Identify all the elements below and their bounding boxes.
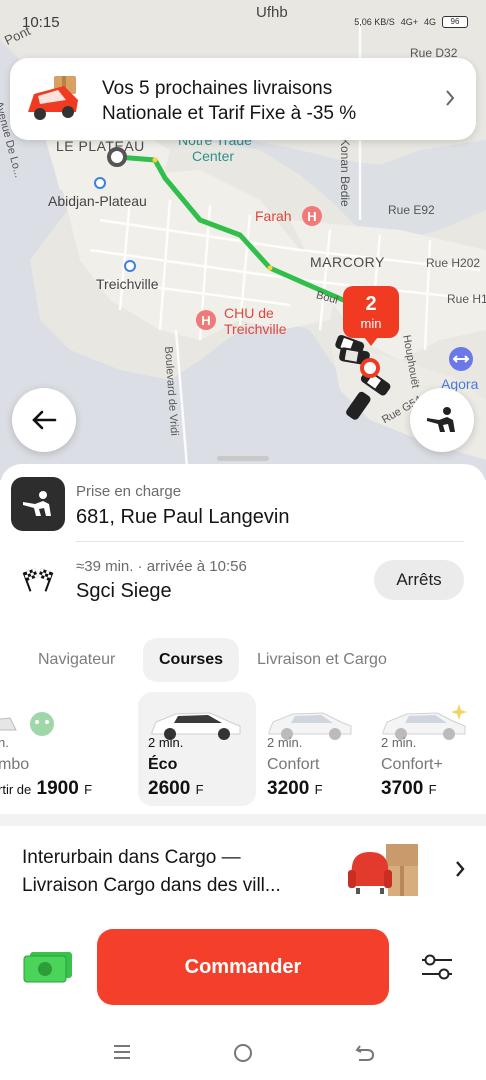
person-hailing-icon <box>23 491 51 516</box>
pickup-row[interactable]: Prise en charge 681, Rue Paul Langevin <box>0 464 486 544</box>
transit-icon <box>124 260 136 272</box>
tariff-currency: F <box>428 782 437 797</box>
tab-courses[interactable]: Courses <box>143 638 240 682</box>
signal-4g-plus: 4G+ <box>400 17 418 27</box>
armchair-boxes-icon <box>348 844 418 896</box>
destination-name: Sgci Siege <box>76 580 172 602</box>
svg-text:H: H <box>201 313 210 328</box>
person-hailing-icon <box>427 407 455 432</box>
signal-4g: 4G <box>423 17 436 27</box>
cargo-promo[interactable]: Interurbain dans Cargo — Livraison Cargo… <box>0 826 486 934</box>
map-label-rue-e92: Rue E92 <box>388 203 435 217</box>
order-button[interactable]: Commander <box>97 929 389 1005</box>
map-label-abidjan-plateau: Abidjan-Plateau <box>48 193 147 209</box>
cash-payment-icon[interactable] <box>22 950 74 984</box>
eta-badge: 2 min <box>343 286 399 338</box>
hospital-icon: H <box>302 206 322 226</box>
tariff-price: 1900 <box>36 778 79 799</box>
system-nav-bar <box>0 1028 486 1080</box>
status-time: 10:15 <box>22 14 60 31</box>
map-label-rue-h1: Rue H1 <box>447 292 486 306</box>
pickup-point-button[interactable] <box>410 388 474 452</box>
pickup-icon-box <box>11 477 65 531</box>
back-nav-icon[interactable] <box>354 1042 376 1064</box>
tariff-currency: F <box>195 782 204 797</box>
home-icon[interactable] <box>232 1042 254 1064</box>
tariff-price: 2600 <box>148 778 191 799</box>
tariff-card-confort[interactable]: 2 min. Confort 3200 F <box>257 692 375 806</box>
tariff-name: Éco <box>148 756 178 773</box>
tariff-card-eco[interactable]: 2 min. Éco 2600 F <box>138 692 256 806</box>
destination-meta: ≈39 min. · arrivée à 10:56 <box>76 558 247 575</box>
hospital-icon: H <box>196 310 216 330</box>
chevron-right-icon <box>446 90 455 106</box>
map-label-rue-h202: Rue H202 <box>426 256 481 270</box>
stops-button[interactable]: Arrêts <box>374 560 464 600</box>
delivery-car-icon <box>28 76 78 120</box>
checkered-flags-icon <box>22 568 54 592</box>
route-divider <box>76 541 464 542</box>
promo-banner[interactable]: Vos 5 prochaines livraisons Nationale et… <box>10 58 476 140</box>
tariff-name: Confort <box>267 756 320 773</box>
map-label-marcory: MARCORY <box>310 254 385 270</box>
map-label-le-plateau: LE PLATEAU <box>56 138 145 154</box>
menu-icon[interactable] <box>112 1042 132 1062</box>
section-separator <box>0 814 486 826</box>
promo-text: Vos 5 prochaines livraisons Nationale et… <box>102 76 356 126</box>
cargo-line-1: Interurbain dans Cargo — <box>22 847 241 868</box>
battery-icon: 96 <box>442 16 468 28</box>
map-label-center: Center <box>192 148 235 164</box>
sheet-handle[interactable] <box>217 456 269 461</box>
tariff-eta: 2 min. <box>381 735 417 750</box>
tariff-card-confort-plus[interactable]: 2 min. Confort+ 3700 F <box>371 692 486 806</box>
tariff-eta: 2 min. <box>267 735 303 750</box>
tariff-eta: n. <box>0 735 9 750</box>
agora-icon <box>449 347 473 371</box>
status-bar: 10:15 5,06 KB/S 4G+ 4G 96 <box>0 0 486 40</box>
tariff-price: 3700 <box>381 778 424 799</box>
map-label-chu-1: CHU de <box>224 305 274 321</box>
map-label-konan-bedie: Konan Bedie <box>338 138 352 207</box>
tariff-price: 3200 <box>267 778 310 799</box>
svg-text:H: H <box>307 209 316 224</box>
tariff-price-prefix: rtir de <box>0 782 32 797</box>
map-view[interactable]: Pont Ufhb Rue D32 LE PLATEAU Notre Trade… <box>0 0 486 480</box>
tariff-name: mbo <box>0 756 30 773</box>
eta-badge-number: 2 <box>365 293 377 315</box>
promo-line-1: Vos 5 prochaines livraisons <box>102 78 333 99</box>
transit-icon <box>94 177 106 189</box>
pickup-label: Prise en charge <box>76 483 182 500</box>
settings-sliders-icon[interactable] <box>420 952 454 982</box>
network-speed: 5,06 KB/S <box>354 17 395 27</box>
eta-badge-pointer <box>364 337 378 346</box>
tariff-currency: F <box>314 782 323 797</box>
back-button[interactable] <box>12 388 76 452</box>
tab-navigateur[interactable]: Navigateur <box>22 638 131 682</box>
tariff-name: Confort+ <box>381 756 443 773</box>
map-label-farah: Farah <box>255 208 292 224</box>
map-label-treichville: Treichville <box>96 276 159 292</box>
status-indicators: 5,06 KB/S 4G+ 4G 96 <box>354 16 468 28</box>
promo-line-2: Nationale et Tarif Fixe à -35 % <box>102 103 357 124</box>
tariff-currency: F <box>84 782 93 797</box>
tariff-card-combo[interactable]: n. mbo rtir de 1900 F <box>0 692 126 806</box>
cargo-text: Interurbain dans Cargo — Livraison Cargo… <box>22 844 332 900</box>
tab-livraison-cargo[interactable]: Livraison et Cargo <box>241 638 403 682</box>
arrow-left-icon <box>32 410 57 430</box>
chevron-right-icon <box>456 861 465 877</box>
pickup-address: 681, Rue Paul Langevin <box>76 506 290 528</box>
cargo-line-2: Livraison Cargo dans des vill... <box>22 875 281 896</box>
route-start-icon <box>107 147 127 167</box>
map-label-chu-2: Treichville <box>224 321 287 337</box>
eta-badge-unit: min <box>360 316 382 331</box>
tariff-eta: 2 min. <box>148 735 184 750</box>
